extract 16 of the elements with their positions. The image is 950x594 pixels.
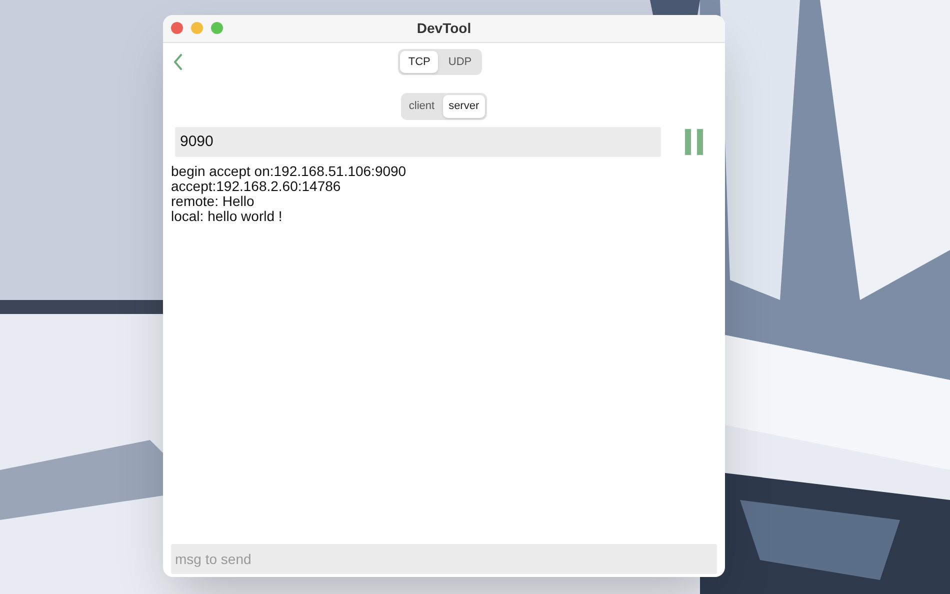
log-line: local: hello world ! bbox=[171, 208, 284, 224]
back-icon[interactable] bbox=[173, 54, 183, 70]
zoom-button[interactable] bbox=[211, 22, 223, 34]
message-field[interactable]: msg to send bbox=[171, 544, 717, 574]
log-line: begin accept on:192.168.51.106:9090 bbox=[171, 164, 408, 178]
segment-tab[interactable]: UDP bbox=[440, 50, 480, 74]
window-title: DevTool bbox=[416, 19, 472, 38]
minimize-button[interactable] bbox=[191, 22, 203, 34]
log-line: accept:192.168.2.60:14786 bbox=[171, 178, 342, 194]
segment-tab[interactable]: TCP bbox=[400, 50, 438, 74]
segment-tab[interactable]: client bbox=[402, 95, 441, 118]
log-line: remote: Hello bbox=[171, 194, 254, 208]
close-button[interactable] bbox=[171, 22, 183, 34]
segment-tab[interactable]: server bbox=[442, 95, 486, 118]
port-field[interactable]: 9090 bbox=[175, 126, 661, 156]
pause-icon[interactable] bbox=[685, 128, 703, 154]
